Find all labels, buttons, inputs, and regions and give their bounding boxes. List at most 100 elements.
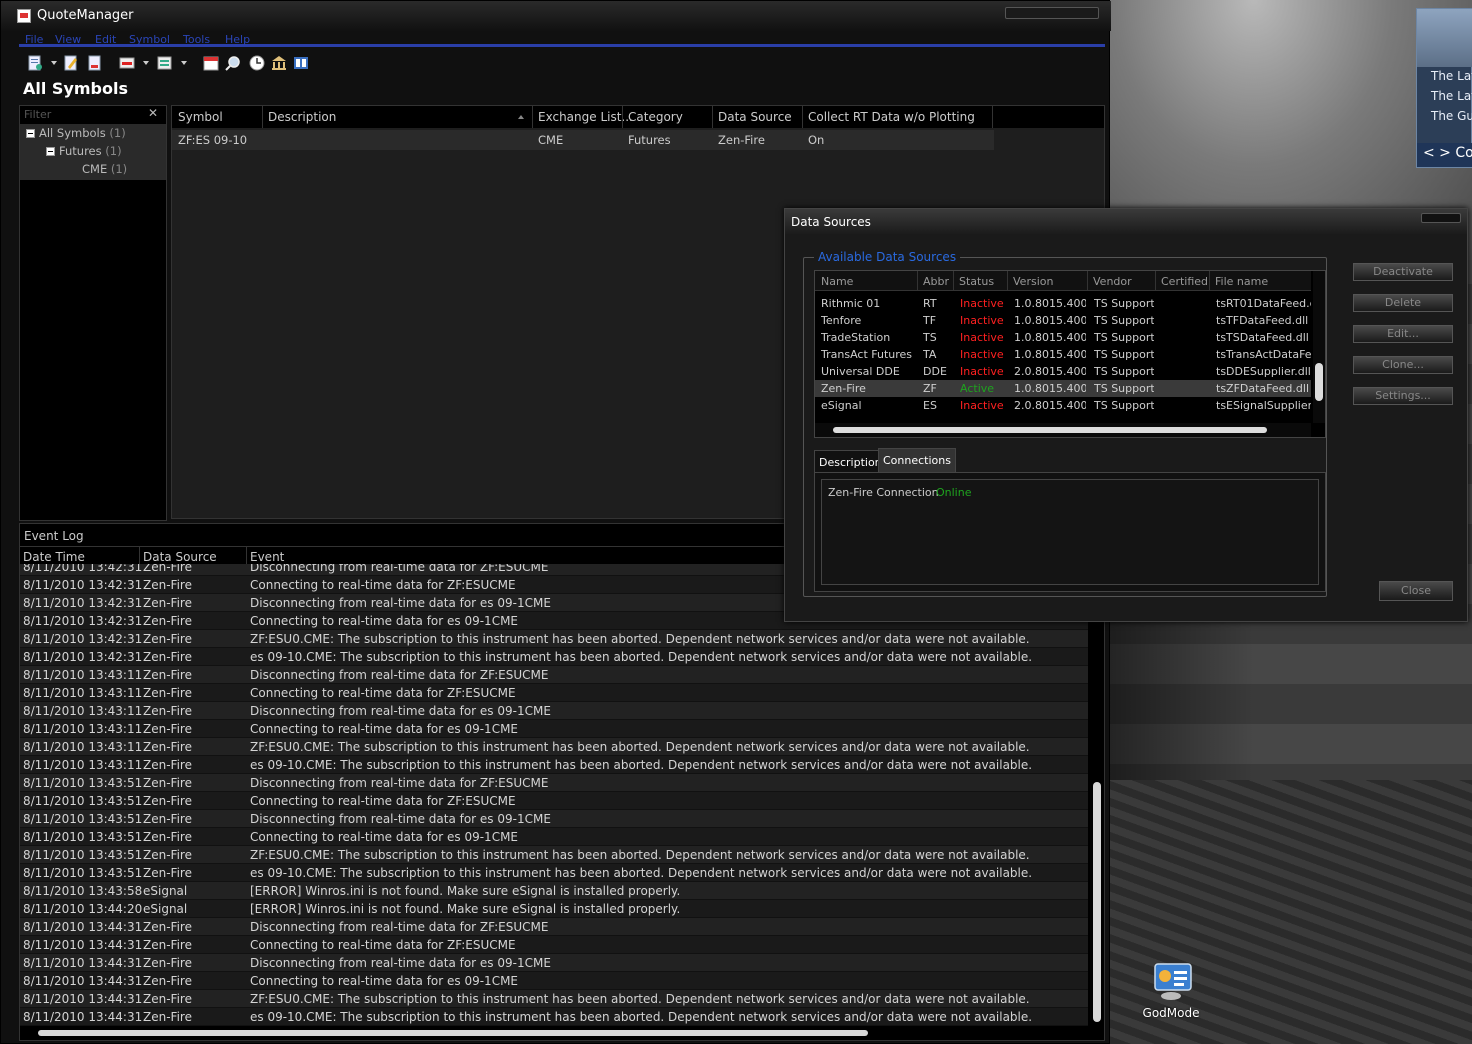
column-header-status[interactable]: Status — [959, 275, 994, 288]
column-header-symbol[interactable]: Symbol — [178, 110, 223, 124]
tab-description[interactable]: Description — [814, 450, 887, 472]
column-header-category[interactable]: Category — [628, 110, 683, 124]
column-divider[interactable] — [917, 271, 918, 291]
vertical-scrollbar[interactable] — [1090, 564, 1104, 1026]
edit-symbol-icon[interactable] — [63, 55, 79, 71]
table-row[interactable]: 8/11/2010 13:42:31 Zen-Fire ZF:ESU0.CME: T… — [20, 630, 1088, 648]
table-row[interactable]: 8/11/2010 13:44:31 Zen-Fire Connecting to … — [20, 972, 1088, 990]
column-divider[interactable] — [1155, 271, 1156, 291]
column-divider[interactable] — [1209, 271, 1210, 291]
chevron-down-icon[interactable] — [51, 61, 57, 65]
column-header-description[interactable]: Description — [268, 110, 336, 124]
table-row[interactable]: Universal DDE DDE Inactive 2.0.8015.400 TS S… — [815, 363, 1311, 380]
column-header-version[interactable]: Version — [1013, 275, 1053, 288]
collapse-icon[interactable] — [46, 147, 55, 156]
close-icon[interactable]: ✕ — [148, 106, 158, 120]
event-log-list[interactable]: 8/11/2010 13:42:31 Zen-Fire Disconnecting … — [20, 564, 1090, 1026]
table-row[interactable]: 8/11/2010 13:42:31 Zen-Fire es 09-10.CME: … — [20, 648, 1088, 666]
filter-label[interactable]: Filter — [24, 108, 51, 121]
table-row[interactable]: 8/11/2010 13:43:51 Zen-Fire Disconnecting … — [20, 774, 1088, 792]
clone-button[interactable]: Clone... — [1353, 356, 1453, 374]
column-divider[interactable] — [712, 106, 713, 128]
table-row[interactable]: Rithmic 01 RT Inactive 1.0.8015.400 TS Suppo… — [815, 295, 1311, 312]
menu-help[interactable]: Help — [225, 33, 250, 46]
column-divider[interactable] — [802, 106, 803, 128]
table-row[interactable]: TransAct Futures TA Inactive 1.0.8015.400 TS… — [815, 346, 1311, 363]
table-row[interactable]: 8/11/2010 13:43:11 Zen-Fire Connecting to … — [20, 720, 1088, 738]
column-divider[interactable] — [992, 106, 993, 128]
window-titlebar[interactable]: QuoteManager — [1, 1, 1111, 31]
chevron-down-icon[interactable] — [143, 61, 149, 65]
calendar-icon[interactable] — [203, 55, 219, 71]
new-symbol-icon[interactable] — [27, 55, 43, 71]
scrollbar-thumb[interactable] — [38, 1030, 868, 1036]
column-header-certified[interactable]: Certified — [1161, 275, 1208, 288]
exchange-icon[interactable] — [271, 55, 287, 71]
export-icon[interactable] — [157, 55, 173, 71]
data-sources-list[interactable]: Rithmic 01 RT Inactive 1.0.8015.400 TS Suppo… — [815, 293, 1311, 419]
table-row[interactable]: 8/11/2010 13:44:20 eSignal [ERROR] Winros.… — [20, 900, 1088, 918]
column-header-file-name[interactable]: File name — [1215, 275, 1268, 288]
collapse-icon[interactable] — [26, 129, 35, 138]
table-row[interactable]: Zen-Fire ZF Active 1.0.8015.400 TS Support ts… — [815, 380, 1311, 397]
menu-view[interactable]: View — [55, 33, 81, 46]
table-row[interactable]: ZF:ES 09-10 CME Futures Zen-Fire On — [172, 130, 994, 150]
dialog-titlebar[interactable]: Data Sources — [785, 209, 1467, 235]
table-row[interactable]: 8/11/2010 13:43:58 eSignal [ERROR] Winros.… — [20, 882, 1088, 900]
column-header-data-source[interactable]: Data Source — [718, 110, 792, 124]
delete-button[interactable]: Delete — [1353, 294, 1453, 312]
table-row[interactable]: eSignal ES Inactive 2.0.8015.400 TS Support t… — [815, 397, 1311, 414]
godmode-desktop-icon[interactable]: GodMode — [1136, 962, 1206, 1020]
table-row[interactable]: 8/11/2010 13:43:11 Zen-Fire es 09-10.CME: … — [20, 756, 1088, 774]
settings-button[interactable]: Settings... — [1353, 387, 1453, 405]
table-row[interactable]: 8/11/2010 13:43:51 Zen-Fire Connecting to … — [20, 828, 1088, 846]
table-row[interactable]: 8/11/2010 13:44:31 Zen-Fire Connecting to … — [20, 936, 1088, 954]
column-header-abbr[interactable]: Abbr — [923, 275, 949, 288]
clock-icon[interactable] — [249, 55, 265, 71]
tree-node-futures[interactable]: Futures (1) — [46, 144, 122, 160]
column-divider[interactable] — [262, 106, 263, 128]
column-header-name[interactable]: Name — [821, 275, 853, 288]
column-divider[interactable] — [1007, 271, 1008, 291]
widget-nav[interactable]: < > Co — [1417, 143, 1472, 167]
column-divider[interactable] — [622, 106, 623, 128]
document-icon[interactable] — [87, 55, 103, 71]
window-controls[interactable] — [1421, 213, 1461, 223]
remove-icon[interactable] — [119, 55, 135, 71]
table-row[interactable]: 8/11/2010 13:44:31 Zen-Fire Disconnecting … — [20, 954, 1088, 972]
widget-headline[interactable]: The Lat — [1431, 89, 1472, 103]
vertical-scrollbar[interactable] — [1313, 271, 1325, 423]
table-row[interactable]: 8/11/2010 13:44:31 Zen-Fire ZF:ESU0.CME: T… — [20, 990, 1088, 1008]
table-row[interactable]: 8/11/2010 13:43:11 Zen-Fire ZF:ESU0.CME: T… — [20, 738, 1088, 756]
scrollbar-thumb[interactable] — [1315, 363, 1323, 401]
scrollbar-thumb[interactable] — [833, 427, 1267, 433]
horizontal-scrollbar[interactable] — [20, 1026, 1090, 1040]
edit-button[interactable]: Edit... — [1353, 325, 1453, 343]
menu-file[interactable]: File — [25, 33, 43, 46]
table-row[interactable]: 8/11/2010 13:43:11 Zen-Fire Disconnecting … — [20, 666, 1088, 684]
deactivate-button[interactable]: Deactivate — [1353, 263, 1453, 281]
table-row[interactable]: 8/11/2010 13:43:51 Zen-Fire es 09-10.CME: … — [20, 864, 1088, 882]
scrollbar-thumb[interactable] — [1093, 782, 1101, 1022]
close-button[interactable]: Close — [1379, 581, 1453, 601]
table-row[interactable]: 8/11/2010 13:43:51 Zen-Fire ZF:ESU0.CME: T… — [20, 846, 1088, 864]
column-divider[interactable] — [246, 547, 247, 565]
table-row[interactable]: 8/11/2010 13:43:51 Zen-Fire Disconnecting … — [20, 810, 1088, 828]
column-header-date-time[interactable]: Date Time — [23, 550, 85, 564]
column-header-collect-rt[interactable]: Collect RT Data w/o Plotting — [808, 110, 975, 124]
column-header-event[interactable]: Event — [250, 550, 284, 564]
tab-connections[interactable]: Connections — [878, 448, 956, 472]
book-icon[interactable] — [293, 55, 309, 71]
menu-tools[interactable]: Tools — [183, 33, 210, 46]
column-header-exchange[interactable]: Exchange List... — [538, 110, 633, 124]
table-row[interactable]: 8/11/2010 13:43:11 Zen-Fire Connecting to … — [20, 684, 1088, 702]
column-divider[interactable] — [1087, 271, 1088, 291]
tree-node-cme[interactable]: CME (1) — [82, 162, 127, 178]
widget-headline[interactable]: The Lat — [1431, 69, 1472, 83]
tree-node-all-symbols[interactable]: All Symbols (1) — [26, 126, 126, 142]
news-widget[interactable]: The Lat The Lat The Gu < > Co — [1416, 8, 1472, 168]
chevron-down-icon[interactable] — [181, 61, 187, 65]
column-header-data-source[interactable]: Data Source — [143, 550, 217, 564]
menu-edit[interactable]: Edit — [95, 33, 116, 46]
table-row[interactable]: 8/11/2010 13:44:31 Zen-Fire Disconnecting … — [20, 918, 1088, 936]
